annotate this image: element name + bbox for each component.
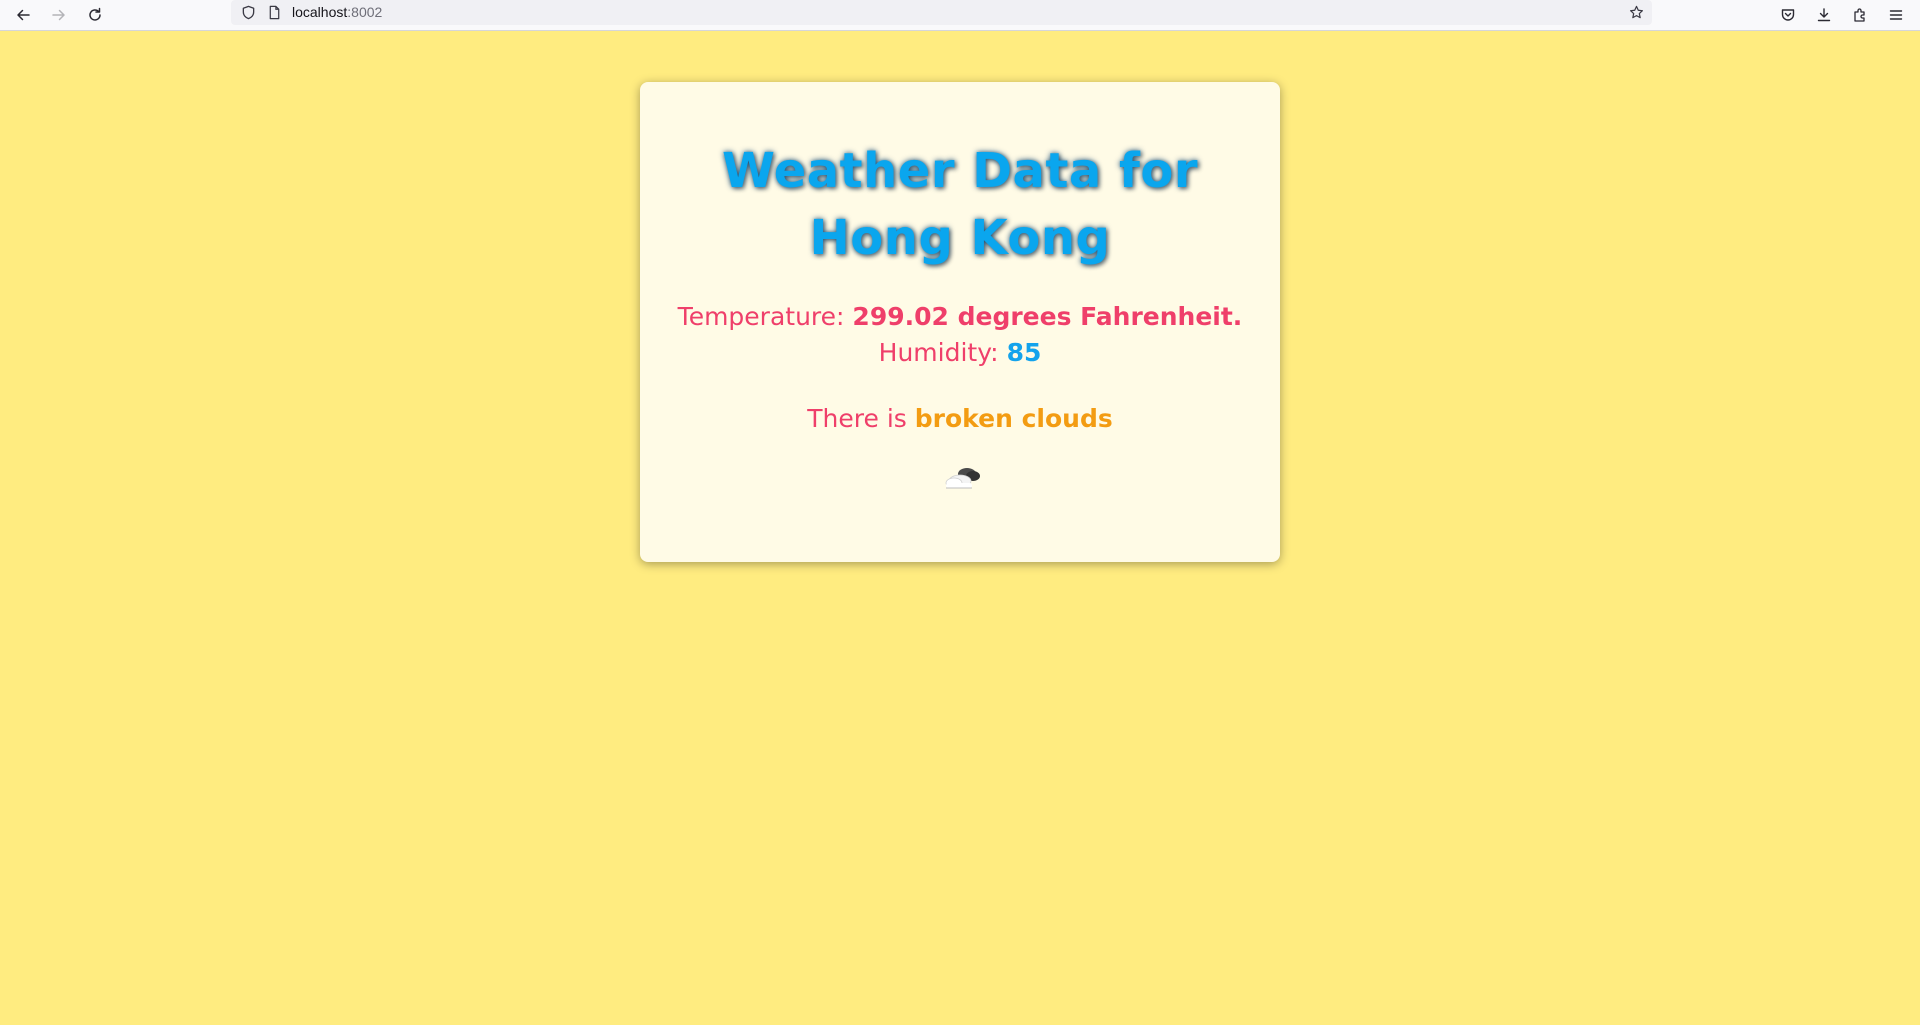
temperature-label: Temperature: [677, 302, 845, 331]
extensions-icon[interactable] [1847, 2, 1873, 28]
weather-card: Weather Data for Hong Kong Temperature: … [640, 82, 1280, 562]
reload-icon[interactable] [82, 2, 108, 28]
temperature-line: Temperature: 299.02 degrees Fahrenheit. [640, 302, 1280, 331]
humidity-value: 85 [1006, 338, 1042, 367]
page-title: Weather Data for Hong Kong [721, 143, 1199, 266]
temperature-value: 299.02 degrees Fahrenheit. [852, 302, 1243, 331]
menu-icon[interactable] [1883, 2, 1909, 28]
weather-description-line: There is broken clouds [640, 404, 1280, 433]
page-icon[interactable] [265, 3, 283, 21]
broken-clouds-icon [945, 468, 980, 489]
pocket-icon[interactable] [1775, 2, 1801, 28]
browser-toolbar: localhost:8002 [0, 0, 1920, 31]
weather-description-value: broken clouds [914, 404, 1113, 433]
shield-icon[interactable] [239, 3, 257, 21]
weather-description-prefix: There is [807, 404, 907, 433]
download-icon[interactable] [1811, 2, 1837, 28]
humidity-line: Humidity: 85 [640, 338, 1280, 367]
url-host: localhost [292, 4, 348, 20]
forward-icon[interactable] [46, 2, 72, 28]
url-bar[interactable]: localhost:8002 [231, 0, 1652, 25]
url-text[interactable]: localhost:8002 [292, 4, 382, 20]
humidity-label: Humidity: [878, 338, 999, 367]
url-port: :8002 [347, 4, 383, 20]
bookmark-star-icon[interactable] [1627, 3, 1645, 21]
back-icon[interactable] [10, 2, 36, 28]
